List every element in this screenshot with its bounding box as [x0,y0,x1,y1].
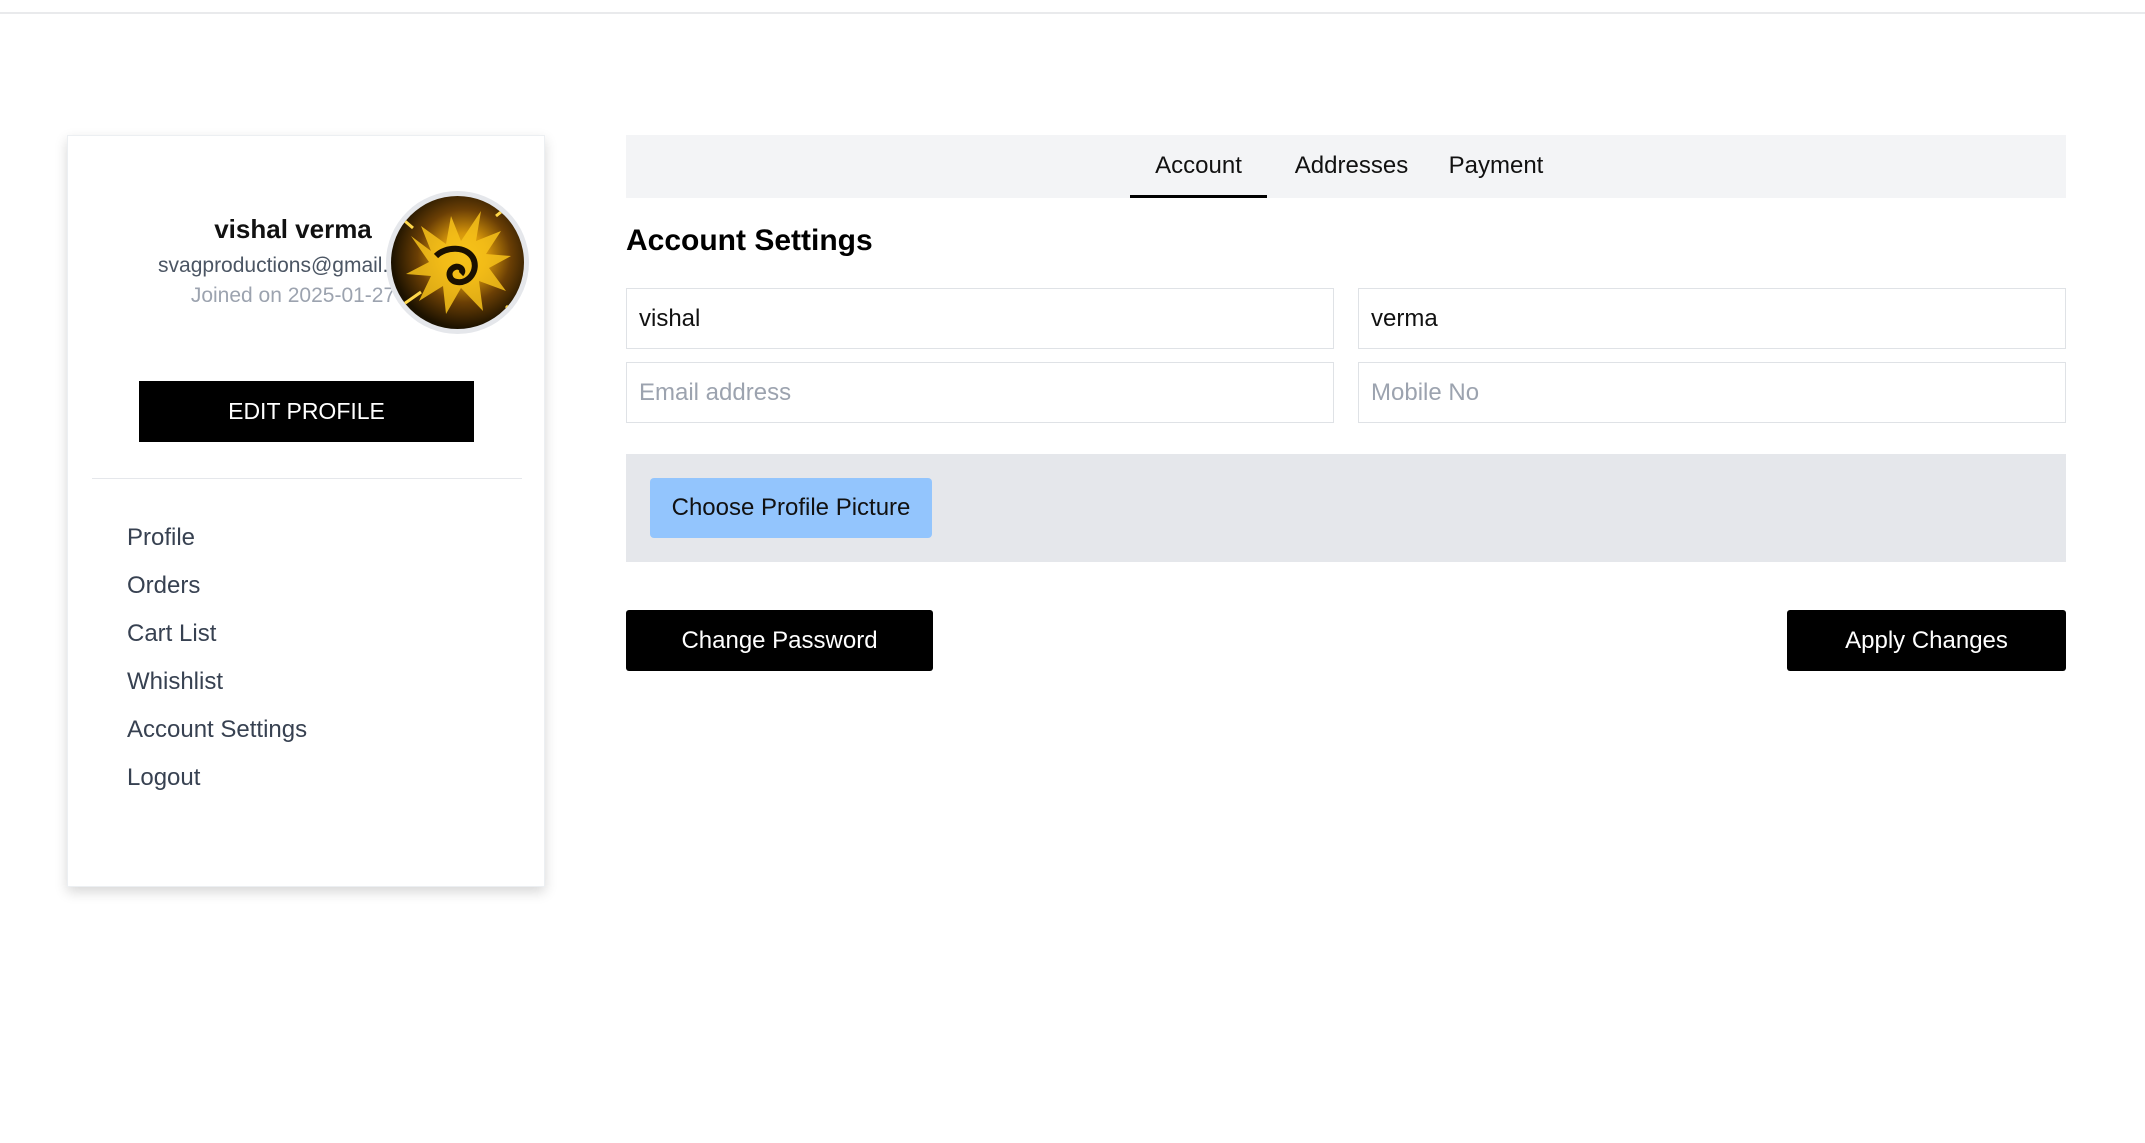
sidebar-item-profile[interactable]: Profile [127,514,307,562]
avatar-image [391,196,524,329]
profile-picture-panel: Choose Profile Picture [626,454,2066,562]
first-name-field[interactable] [626,288,1334,349]
apply-changes-button[interactable]: Apply Changes [1787,610,2066,671]
edit-profile-button[interactable]: EDIT PROFILE [139,381,474,442]
sidebar-menu: Profile Orders Cart List Whishlist Accou… [127,514,307,802]
mobile-field[interactable] [1358,362,2066,423]
settings-tabs: Account Addresses Payment [626,135,2066,198]
sidebar-item-cart-list[interactable]: Cart List [127,610,307,658]
sidebar-divider [92,478,522,479]
page-title: Account Settings [626,224,873,257]
change-password-button[interactable]: Change Password [626,610,933,671]
top-divider [0,12,2145,14]
last-name-field[interactable] [1358,288,2066,349]
sidebar-item-account-settings[interactable]: Account Settings [127,706,307,754]
tab-addresses[interactable]: Addresses [1285,135,1418,198]
profile-card: vishal verma svagproductions@gmail.com J… [67,135,545,887]
tab-account[interactable]: Account [1130,135,1267,198]
sidebar-item-logout[interactable]: Logout [127,754,307,802]
choose-profile-picture-button[interactable]: Choose Profile Picture [650,478,932,538]
avatar [386,191,529,334]
tab-payment[interactable]: Payment [1438,135,1554,198]
email-field[interactable] [626,362,1334,423]
sidebar-item-orders[interactable]: Orders [127,562,307,610]
sidebar-item-wishlist[interactable]: Whishlist [127,658,307,706]
